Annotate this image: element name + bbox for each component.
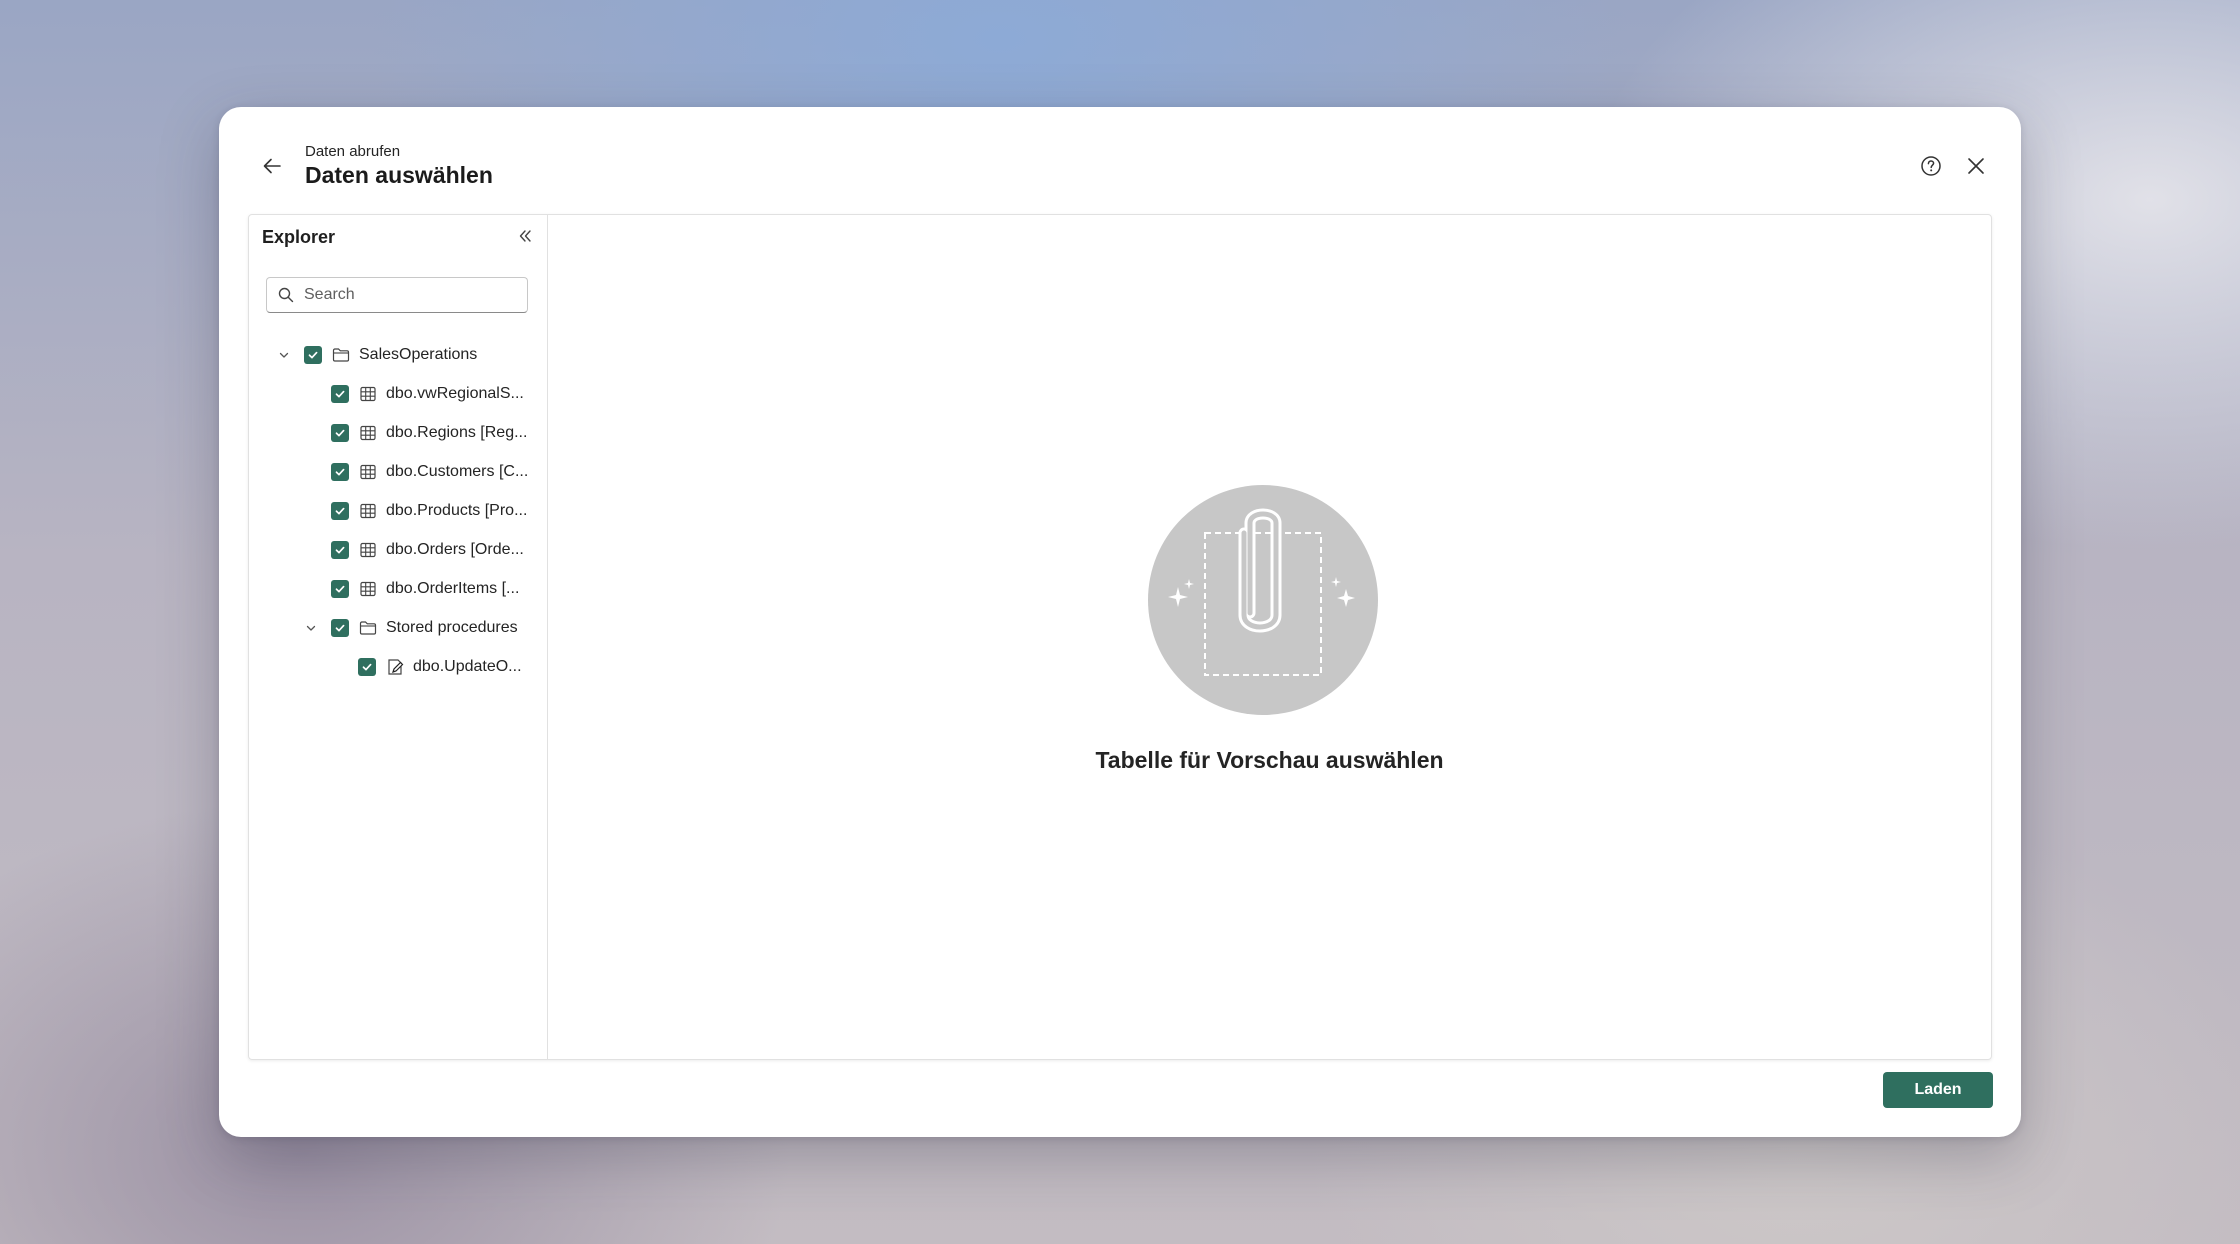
title-block: Daten abrufen Daten auswählen: [305, 143, 493, 189]
tree-item-node[interactable]: dbo.vwRegionalS...: [249, 374, 547, 413]
folder-icon: [331, 345, 351, 365]
empty-preview-illustration: [1148, 485, 1378, 715]
table-icon: [358, 384, 378, 404]
checkbox[interactable]: [331, 540, 349, 559]
load-button[interactable]: Laden: [1883, 1072, 1993, 1108]
table-icon: [358, 462, 378, 482]
checkbox[interactable]: [331, 384, 349, 403]
paperclip-icon: [1168, 508, 1355, 676]
tree-item-label: dbo.Orders [Orde...: [386, 540, 524, 558]
folder-icon: [358, 618, 378, 638]
tree-item-node[interactable]: dbo.OrderItems [...: [249, 569, 547, 608]
select-data-dialog: Daten abrufen Daten auswählen Explorer S…: [219, 107, 2021, 1137]
tree-folder-node[interactable]: SalesOperations: [249, 335, 547, 374]
tree-item-node[interactable]: dbo.Orders [Orde...: [249, 530, 547, 569]
table-icon: [358, 423, 378, 443]
checkbox[interactable]: [331, 423, 349, 442]
double-chevron-left-icon: [519, 230, 531, 242]
tree-item-label: SalesOperations: [359, 345, 478, 363]
tree-item-node[interactable]: dbo.Regions [Reg...: [249, 413, 547, 452]
checkbox[interactable]: [331, 462, 349, 481]
stored-procedure-icon: [385, 657, 405, 677]
table-icon: [358, 501, 378, 521]
preview-pane: Tabelle für Vorschau auswählen: [548, 215, 1991, 1059]
back-button[interactable]: [255, 149, 289, 183]
collapse-pane-button[interactable]: [512, 223, 538, 249]
checkbox[interactable]: [358, 657, 376, 676]
content-panel: Explorer SalesOperations dbo.vwRegionalS.…: [248, 214, 1992, 1060]
checkbox[interactable]: [331, 501, 349, 520]
table-icon: [358, 579, 378, 599]
tree-item-label: dbo.Customers [C...: [386, 462, 529, 480]
search-box: [266, 277, 528, 313]
explorer-pane: Explorer SalesOperations dbo.vwRegionalS.…: [249, 215, 548, 1059]
chevron-down-icon[interactable]: [303, 620, 319, 636]
explorer-tree: SalesOperations dbo.vwRegionalS... dbo.Reg…: [249, 335, 547, 686]
tree-item-label: dbo.OrderItems [...: [386, 579, 520, 597]
tree-item-label: Stored procedures: [386, 618, 518, 636]
tree-item-node[interactable]: dbo.Products [Pro...: [249, 491, 547, 530]
help-icon: [1921, 156, 1941, 176]
tree-folder-node[interactable]: Stored procedures: [249, 608, 547, 647]
close-icon: [1968, 158, 1984, 174]
tree-item-label: dbo.Regions [Reg...: [386, 423, 528, 441]
explorer-title: Explorer: [262, 227, 336, 247]
checkbox[interactable]: [331, 579, 349, 598]
checkbox[interactable]: [331, 618, 349, 637]
chevron-down-icon[interactable]: [276, 347, 292, 363]
help-button[interactable]: [1914, 149, 1948, 183]
checkbox[interactable]: [304, 345, 322, 364]
preview-empty-message: Tabelle für Vorschau auswählen: [1095, 747, 1444, 773]
tree-item-node[interactable]: dbo.UpdateO...: [249, 647, 547, 686]
search-icon: [278, 287, 294, 303]
close-button[interactable]: [1959, 149, 1993, 183]
tree-item-label: dbo.UpdateO...: [413, 657, 522, 675]
tree-item-node[interactable]: dbo.Customers [C...: [249, 452, 547, 491]
dialog-subtitle: Daten abrufen: [305, 143, 401, 160]
table-icon: [358, 540, 378, 560]
dialog-header: Daten abrufen Daten auswählen: [255, 139, 1985, 199]
dialog-title: Daten auswählen: [305, 162, 493, 188]
arrow-left-icon: [263, 158, 281, 174]
search-input[interactable]: [302, 285, 516, 305]
tree-item-label: dbo.vwRegionalS...: [386, 384, 524, 402]
tree-item-label: dbo.Products [Pro...: [386, 501, 528, 519]
